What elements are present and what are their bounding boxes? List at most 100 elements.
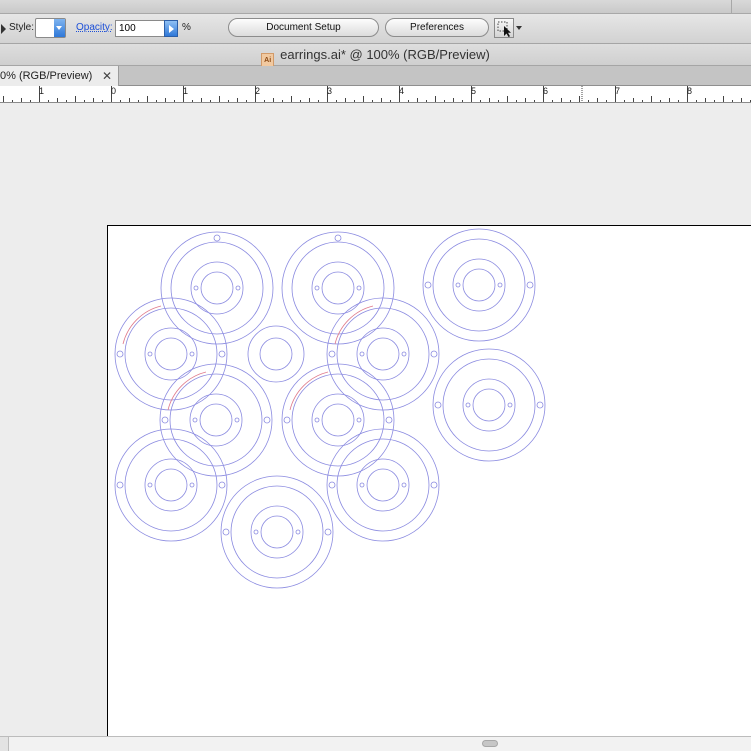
window-corner xyxy=(731,0,751,13)
earring-hole xyxy=(434,401,442,409)
document-tab[interactable]: 0% (RGB/Preview) ✕ xyxy=(0,66,119,86)
ruler-label: 6 xyxy=(543,86,549,96)
selection-tool-icon[interactable] xyxy=(494,18,514,38)
earring-small-ring xyxy=(247,325,305,383)
earring-hole xyxy=(283,416,291,424)
earring-hole xyxy=(324,528,332,536)
document-title-bar: Ai earrings.ai* @ 100% (RGB/Preview) xyxy=(0,44,751,68)
earring-outer-ring xyxy=(326,428,440,542)
earring-artwork[interactable] xyxy=(0,103,751,736)
document-title: earrings.ai* @ 100% (RGB/Preview) xyxy=(280,47,490,62)
earring-center-ring xyxy=(154,468,188,502)
earring-hole xyxy=(116,350,124,358)
chevron-down-icon[interactable] xyxy=(54,19,65,37)
panel-expand-icon[interactable] xyxy=(1,24,6,34)
earring-hole xyxy=(497,282,503,288)
earring-inner-ring xyxy=(189,393,243,447)
earring-outer-ring xyxy=(422,228,536,342)
earring-hole xyxy=(253,529,259,535)
earring-hole xyxy=(359,482,365,488)
earring-outer-ring xyxy=(160,231,274,345)
earring-hole xyxy=(161,416,169,424)
earring-hole xyxy=(147,351,153,357)
earring-hole xyxy=(295,529,301,535)
earring-center-ring xyxy=(200,271,234,305)
earring-outer-ring xyxy=(114,428,228,542)
earring-center-ring xyxy=(260,515,294,549)
earring-outer-ring xyxy=(114,297,228,411)
opacity-link[interactable]: Opacity: xyxy=(76,22,113,33)
earring-middle-ring xyxy=(432,238,526,332)
earring-hole xyxy=(430,481,438,489)
earring-hole xyxy=(526,281,534,289)
earring-hole xyxy=(213,234,221,242)
earring-outer-ring xyxy=(281,231,395,345)
ruler-label: 2 xyxy=(255,86,261,96)
earring-outer-ring xyxy=(220,475,334,589)
document-setup-button[interactable]: Document Setup xyxy=(228,18,379,37)
earring-hole xyxy=(334,234,342,242)
earring-hole xyxy=(401,482,407,488)
earring-inner-ring xyxy=(144,327,198,381)
earring-inner-ring xyxy=(311,261,365,315)
ruler-label: 3 xyxy=(327,86,333,96)
earring-hole xyxy=(328,481,336,489)
earring-hole xyxy=(193,285,199,291)
earring-hole xyxy=(189,482,195,488)
earring-hole xyxy=(455,282,461,288)
close-icon[interactable]: ✕ xyxy=(102,66,112,86)
earring-hole xyxy=(328,350,336,358)
horizontal-scrollbar[interactable] xyxy=(0,736,751,751)
earring-hole xyxy=(507,402,513,408)
earring-hole xyxy=(385,416,393,424)
earring-outer-ring xyxy=(281,363,395,477)
earring-hole xyxy=(401,351,407,357)
earring-outer-ring xyxy=(326,297,440,411)
earring-hole xyxy=(116,481,124,489)
earring-hole xyxy=(430,350,438,358)
ruler-label: 5 xyxy=(471,86,477,96)
earring-inner-ring xyxy=(144,458,198,512)
style-picker[interactable] xyxy=(35,18,66,38)
percent-label: % xyxy=(182,22,191,33)
earring-outer-ring xyxy=(159,363,273,477)
earring-hole xyxy=(189,351,195,357)
earring-middle-ring xyxy=(230,485,324,579)
control-bar: Style: Opacity: % Document Setup Prefere… xyxy=(0,14,751,44)
ruler-label: 4 xyxy=(399,86,405,96)
overlap-arc xyxy=(289,371,329,411)
earring-hole xyxy=(222,528,230,536)
earring-center-ring xyxy=(462,268,496,302)
scrollbar-thumb[interactable] xyxy=(482,740,498,747)
earring-inner-ring xyxy=(452,258,506,312)
overlap-arc xyxy=(167,371,207,411)
horizontal-ruler[interactable]: 1 0 1 2 3 4 5 6 7 8 xyxy=(0,86,751,103)
earring-hole xyxy=(465,402,471,408)
earring-center-ring xyxy=(366,337,400,371)
earring-small-inner-ring xyxy=(259,337,293,371)
opacity-input[interactable] xyxy=(115,20,165,37)
earring-inner-ring xyxy=(311,393,365,447)
earring-inner-ring xyxy=(356,458,410,512)
earring-inner-ring xyxy=(462,378,516,432)
scroll-corner xyxy=(0,737,9,751)
opacity-slider-button[interactable] xyxy=(164,20,178,37)
ruler-label: 7 xyxy=(615,86,621,96)
earring-hole xyxy=(147,482,153,488)
earring-hole xyxy=(234,417,240,423)
earring-center-ring xyxy=(321,271,355,305)
earring-hole xyxy=(218,350,226,358)
overlap-arc xyxy=(334,305,374,345)
earring-outer-ring xyxy=(432,348,546,462)
earring-center-ring xyxy=(472,388,506,422)
earring-hole xyxy=(192,417,198,423)
earring-hole xyxy=(314,285,320,291)
chevron-down-icon[interactable] xyxy=(514,18,524,38)
tab-label: 0% (RGB/Preview) xyxy=(0,70,93,82)
preferences-button[interactable]: Preferences xyxy=(385,18,489,37)
earring-inner-ring xyxy=(190,261,244,315)
earring-hole xyxy=(218,481,226,489)
earring-center-ring xyxy=(154,337,188,371)
window-top-strip xyxy=(0,0,751,14)
ruler-label: 1 xyxy=(39,86,45,96)
